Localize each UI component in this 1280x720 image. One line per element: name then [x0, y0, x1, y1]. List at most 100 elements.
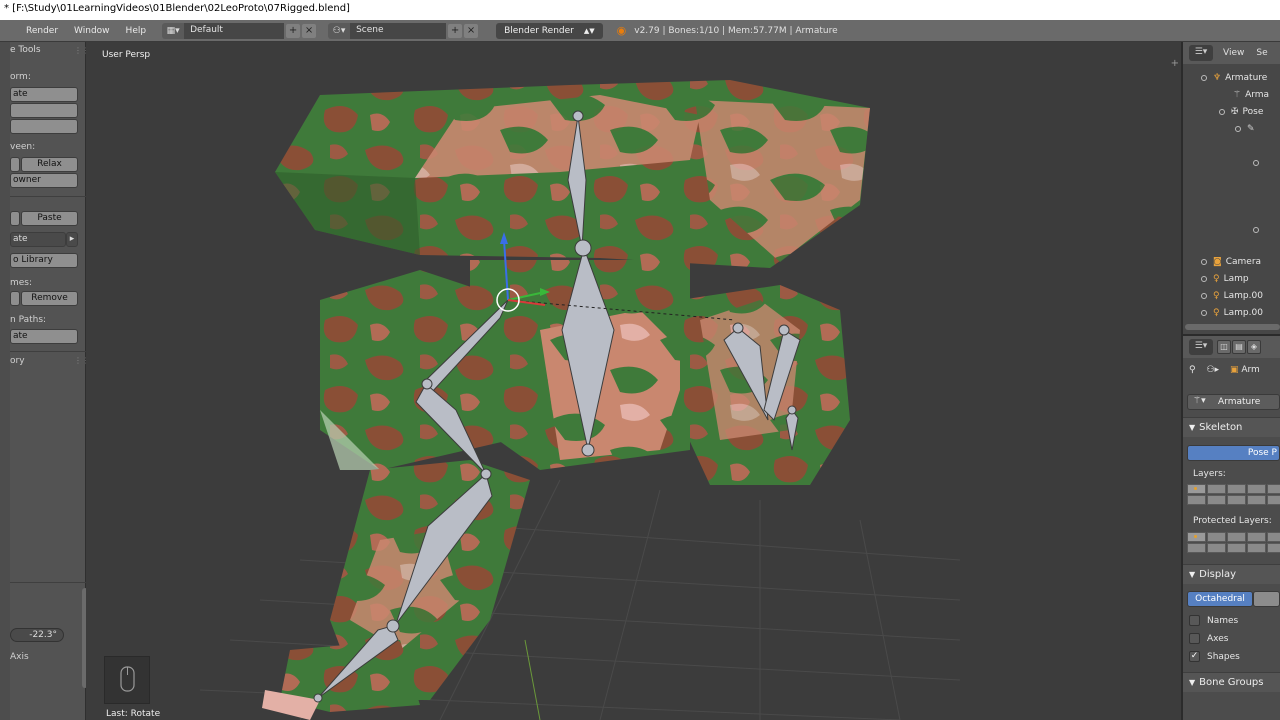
outliner-item-bone[interactable]: ✎ — [1235, 120, 1259, 137]
layer-toggle[interactable] — [1227, 543, 1246, 553]
rotation-angle-field[interactable]: -22.3° — [10, 628, 64, 642]
insert-keyframe-button[interactable] — [10, 291, 20, 306]
layer-toggle[interactable] — [1227, 532, 1246, 542]
play-arrow-icon[interactable]: ▸ — [66, 232, 78, 247]
remove-scene-icon[interactable]: × — [464, 23, 479, 38]
layer-toggle[interactable] — [1247, 495, 1266, 505]
scene-icon[interactable]: ⚇▾ — [328, 22, 351, 39]
skeleton-panel-header[interactable]: ▼ Skeleton — [1183, 417, 1280, 437]
layer-toggle[interactable] — [1227, 484, 1246, 494]
names-checkbox[interactable] — [1189, 615, 1200, 626]
menu-window[interactable]: Window — [74, 26, 110, 36]
layer-toggle[interactable] — [1247, 543, 1266, 553]
relax-button[interactable]: Relax — [21, 157, 78, 172]
outliner-item-bone-child[interactable] — [1253, 154, 1265, 171]
menu-help[interactable]: Help — [126, 26, 147, 36]
scene-field[interactable]: Scene — [350, 22, 447, 39]
rotation-mode-field[interactable]: ate — [10, 232, 66, 247]
expand-dot-icon[interactable] — [1201, 74, 1207, 81]
outliner-view-menu[interactable]: View — [1223, 48, 1244, 58]
separator — [10, 196, 86, 197]
layout-grid-icon[interactable]: ▦▾ — [162, 22, 185, 39]
pose-position-button[interactable]: Pose P — [1187, 445, 1280, 461]
expand-dot-icon[interactable] — [1201, 275, 1207, 282]
axes-checkbox[interactable] — [1189, 633, 1200, 644]
screen-layout-selector[interactable]: ▦▾ Default + × — [162, 22, 317, 39]
outliner-item-armature[interactable]: ♆ Armature — [1201, 69, 1267, 86]
3d-viewport[interactable]: User Persp + Last: Rotate — [86, 42, 1181, 720]
layer-toggle[interactable] — [1227, 495, 1246, 505]
paste-button[interactable]: Paste — [21, 211, 78, 226]
layer-toggle[interactable] — [1267, 543, 1280, 553]
add-scene-icon[interactable]: + — [448, 23, 463, 38]
display-panel-header[interactable]: ▼ Display — [1183, 564, 1280, 584]
push-button[interactable] — [10, 157, 20, 172]
layer-toggle[interactable] — [1187, 543, 1206, 553]
layer-toggle[interactable] — [1207, 543, 1226, 553]
expand-dot-icon[interactable] — [1201, 292, 1207, 299]
layer-toggle[interactable] — [1247, 484, 1266, 494]
protected-layers-grid[interactable] — [1187, 532, 1280, 553]
expand-dot-icon[interactable] — [1219, 108, 1225, 115]
rotate-button[interactable]: ate — [10, 87, 78, 102]
bone-layers-grid[interactable] — [1187, 484, 1280, 505]
scale-button[interactable] — [10, 103, 78, 118]
menu-render[interactable]: Render — [26, 26, 58, 36]
add-screen-icon[interactable]: + — [286, 23, 301, 38]
scene-tab-icon[interactable]: ◈ — [1247, 340, 1261, 354]
layer-toggle[interactable] — [1187, 484, 1206, 494]
layer-toggle[interactable] — [1187, 495, 1206, 505]
outliner-item-pose[interactable]: ✠ Pose — [1219, 103, 1263, 120]
collapse-triangle-icon: ▼ — [1189, 423, 1196, 432]
panel-grip-icon[interactable]: ⋮⋮ — [74, 46, 90, 55]
expand-dot-icon[interactable] — [1253, 226, 1259, 233]
add-region-icon[interactable]: + — [1171, 58, 1179, 69]
outliner-item-lamp-002[interactable]: ♀ Lamp.00 — [1201, 304, 1263, 321]
scene-selector[interactable]: ⚇▾ Scene + × — [328, 22, 479, 39]
editor-type-button[interactable]: ☰▾ — [1189, 339, 1213, 355]
screen-layout-field[interactable]: Default — [184, 22, 285, 39]
outliner-item-camera[interactable]: ◙ Camera — [1201, 253, 1261, 270]
outliner-search-menu[interactable]: Se — [1256, 48, 1267, 58]
expand-dot-icon[interactable] — [1235, 125, 1241, 132]
outliner-item-bone-child[interactable] — [1253, 221, 1265, 238]
outliner-item-lamp[interactable]: ♀ Lamp — [1201, 270, 1249, 287]
expand-dot-icon[interactable] — [1201, 309, 1207, 316]
shapes-checkbox[interactable]: ✓ — [1189, 651, 1200, 662]
outliner-item-lamp-001[interactable]: ♀ Lamp.00 — [1201, 287, 1263, 304]
viewport-scene[interactable] — [86, 42, 1181, 720]
remove-screen-icon[interactable]: × — [302, 23, 317, 38]
expand-dot-icon[interactable] — [1201, 258, 1207, 265]
tool-shelf-tab[interactable]: e Tools — [10, 45, 41, 55]
panel-grip-icon[interactable]: ⋮⋮ — [74, 356, 90, 365]
calculate-paths-button[interactable]: ate — [10, 329, 78, 344]
blender-logo-icon[interactable]: ◉ — [617, 24, 627, 37]
bone-groups-panel-header[interactable]: ▼ Bone Groups — [1183, 672, 1280, 692]
pose-library-button[interactable]: o Library — [10, 253, 78, 268]
chevron-down-icon: ▲▼ — [583, 26, 595, 35]
collapse-triangle-icon: ▼ — [1189, 678, 1196, 687]
render-engine-dropdown[interactable]: Blender Render ▲▼ — [496, 22, 603, 39]
layer-toggle[interactable] — [1247, 532, 1266, 542]
expand-dot-icon[interactable] — [1253, 159, 1259, 166]
layer-toggle[interactable] — [1267, 495, 1280, 505]
layer-toggle[interactable] — [1207, 495, 1226, 505]
layer-toggle[interactable] — [1267, 532, 1280, 542]
history-tab-label[interactable]: ory — [10, 356, 25, 366]
render-layers-tab-icon[interactable]: ▤ — [1232, 340, 1246, 354]
layer-toggle[interactable] — [1207, 484, 1226, 494]
remove-keyframe-button[interactable]: Remove — [21, 291, 78, 306]
outliner-item-armature-data[interactable]: ⚚ Arma — [1233, 86, 1269, 103]
breakdowner-button[interactable]: owner — [10, 173, 78, 188]
transform-button[interactable] — [10, 119, 78, 134]
render-tab-icon[interactable]: ◫ — [1217, 340, 1231, 354]
outliner-scrollbar[interactable] — [1185, 324, 1280, 330]
layer-toggle[interactable] — [1267, 484, 1280, 494]
pin-icon[interactable]: ⚲ — [1189, 365, 1196, 375]
copy-button[interactable] — [10, 211, 20, 226]
editor-type-button[interactable]: ☰▾ — [1189, 45, 1213, 61]
octahedral-button[interactable]: Octahedral — [1187, 591, 1253, 607]
stick-button[interactable] — [1253, 591, 1280, 607]
layer-toggle[interactable] — [1207, 532, 1226, 542]
layer-toggle[interactable] — [1187, 532, 1206, 542]
